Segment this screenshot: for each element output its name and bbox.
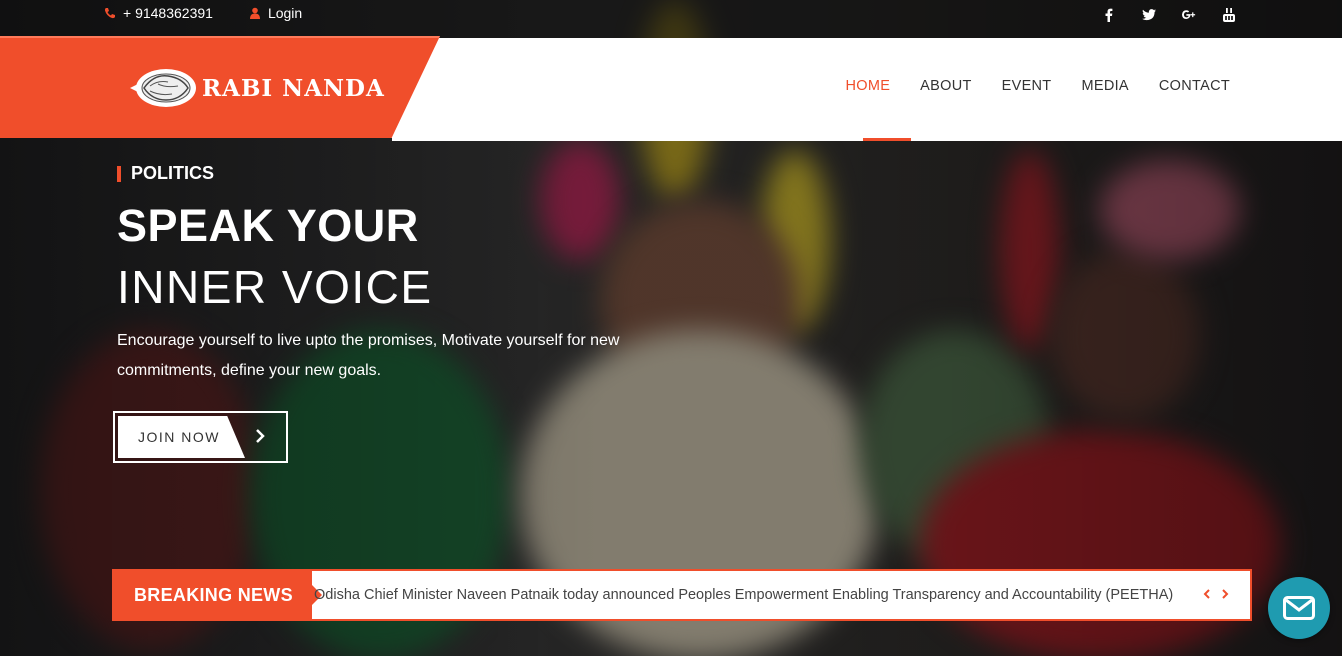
nav-item-event[interactable]: EVENT: [1002, 78, 1052, 94]
main-nav: HOME ABOUT EVENT MEDIA CONTACT: [845, 78, 1230, 94]
twitter-icon[interactable]: [1142, 7, 1156, 23]
category-label: POLITICS: [131, 163, 215, 183]
chevron-left-icon: [1203, 589, 1210, 599]
nav-item-home[interactable]: HOME: [845, 78, 890, 94]
hero-description: Encourage yourself to live upto the prom…: [117, 332, 620, 379]
prev-news-button[interactable]: [1202, 586, 1212, 602]
breaking-news-bar: BREAKING NEWS Odisha Chief Minister Nave…: [112, 569, 1252, 621]
nav-item-contact[interactable]: CONTACT: [1159, 78, 1230, 94]
hero-category: POLITICS: [117, 163, 214, 184]
login-link[interactable]: Login: [249, 5, 302, 21]
user-icon: [249, 7, 260, 19]
envelope-icon: [1283, 596, 1315, 620]
breaking-news-label: BREAKING NEWS: [112, 569, 322, 621]
facebook-icon[interactable]: [1102, 7, 1116, 23]
login-label: Login: [267, 5, 303, 21]
brand-name: RABI NANDA: [202, 74, 385, 102]
breaking-news-text[interactable]: Odisha Chief Minister Naveen Patnaik tod…: [314, 571, 1173, 619]
news-arrows: [1202, 586, 1230, 602]
site-logo[interactable]: RABI NANDA: [128, 66, 385, 110]
join-now-label: JOIN NOW: [118, 416, 245, 458]
chat-button[interactable]: [1268, 577, 1330, 639]
top-bar: + 9148362391 Login: [0, 0, 1342, 38]
phone-icon: [104, 8, 115, 19]
phone-item[interactable]: + 9148362391: [104, 5, 213, 21]
chevron-right-icon: [256, 429, 265, 443]
hero-title-line1: SPEAK YOUR: [117, 200, 419, 251]
conch-logo-icon: [130, 69, 196, 107]
category-bar: [117, 165, 121, 182]
nav-item-about[interactable]: ABOUT: [920, 78, 971, 94]
nav-active-indicator: [863, 138, 911, 141]
join-now-button[interactable]: JOIN NOW: [113, 411, 288, 463]
top-contact: + 9148362391 Login: [104, 5, 302, 21]
social-links: [1102, 7, 1236, 23]
next-news-button[interactable]: [1220, 586, 1230, 602]
phone-number: + 9148362391: [123, 5, 213, 21]
youtube-icon[interactable]: [1222, 7, 1236, 23]
chevron-right-icon: [1222, 589, 1229, 599]
hero-title-line2: INNER VOICE: [117, 261, 433, 313]
google-plus-icon[interactable]: [1182, 7, 1196, 23]
nav-item-media[interactable]: MEDIA: [1081, 78, 1128, 94]
